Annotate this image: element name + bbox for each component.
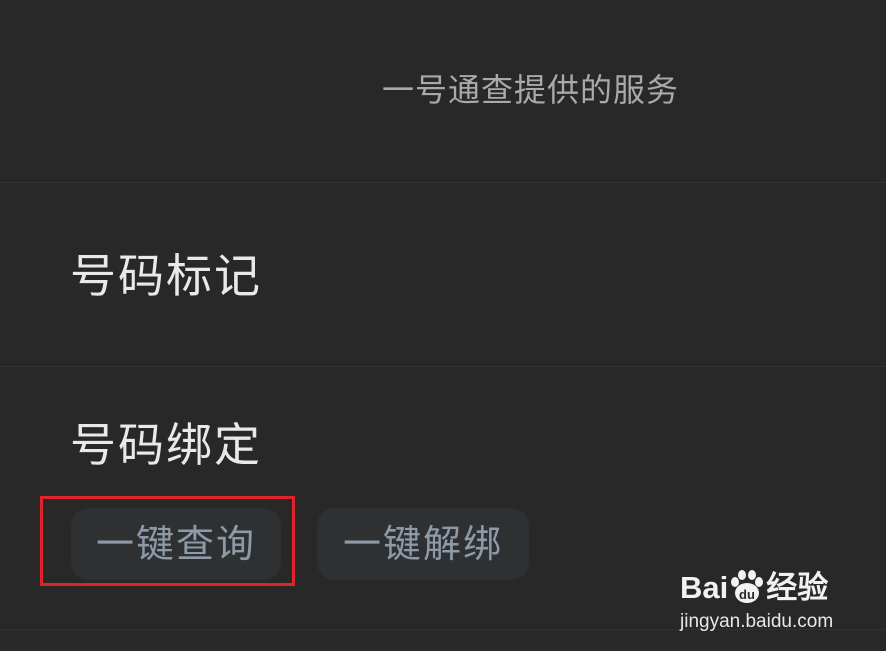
service-sheet: 一号通查提供的服务 号码标记 号码绑定 一键查询 一键解绑 Bai du 经验 …: [0, 0, 886, 651]
sheet-header: 一号通查提供的服务: [0, 0, 886, 183]
watermark-logo: Bai du 经验: [680, 568, 828, 608]
watermark-url: jingyan.baidu.com: [680, 611, 834, 632]
baidu-jingyan-watermark: Bai du 经验 jingyan.baidu.com: [680, 568, 850, 632]
watermark-logo-right: 经验: [766, 570, 829, 605]
one-click-query-button[interactable]: 一键查询: [71, 508, 281, 580]
watermark-paw-text: du: [739, 587, 755, 602]
one-click-unbind-button[interactable]: 一键解绑: [317, 508, 529, 580]
number-mark-label: 号码标记: [70, 249, 262, 303]
number-mark-row[interactable]: 号码标记: [0, 183, 886, 367]
watermark-logo-left: Bai: [680, 570, 729, 605]
sheet-title: 一号通查提供的服务: [382, 71, 680, 109]
number-bind-label: 号码绑定: [70, 418, 262, 472]
baidu-paw-icon: du: [728, 568, 766, 606]
